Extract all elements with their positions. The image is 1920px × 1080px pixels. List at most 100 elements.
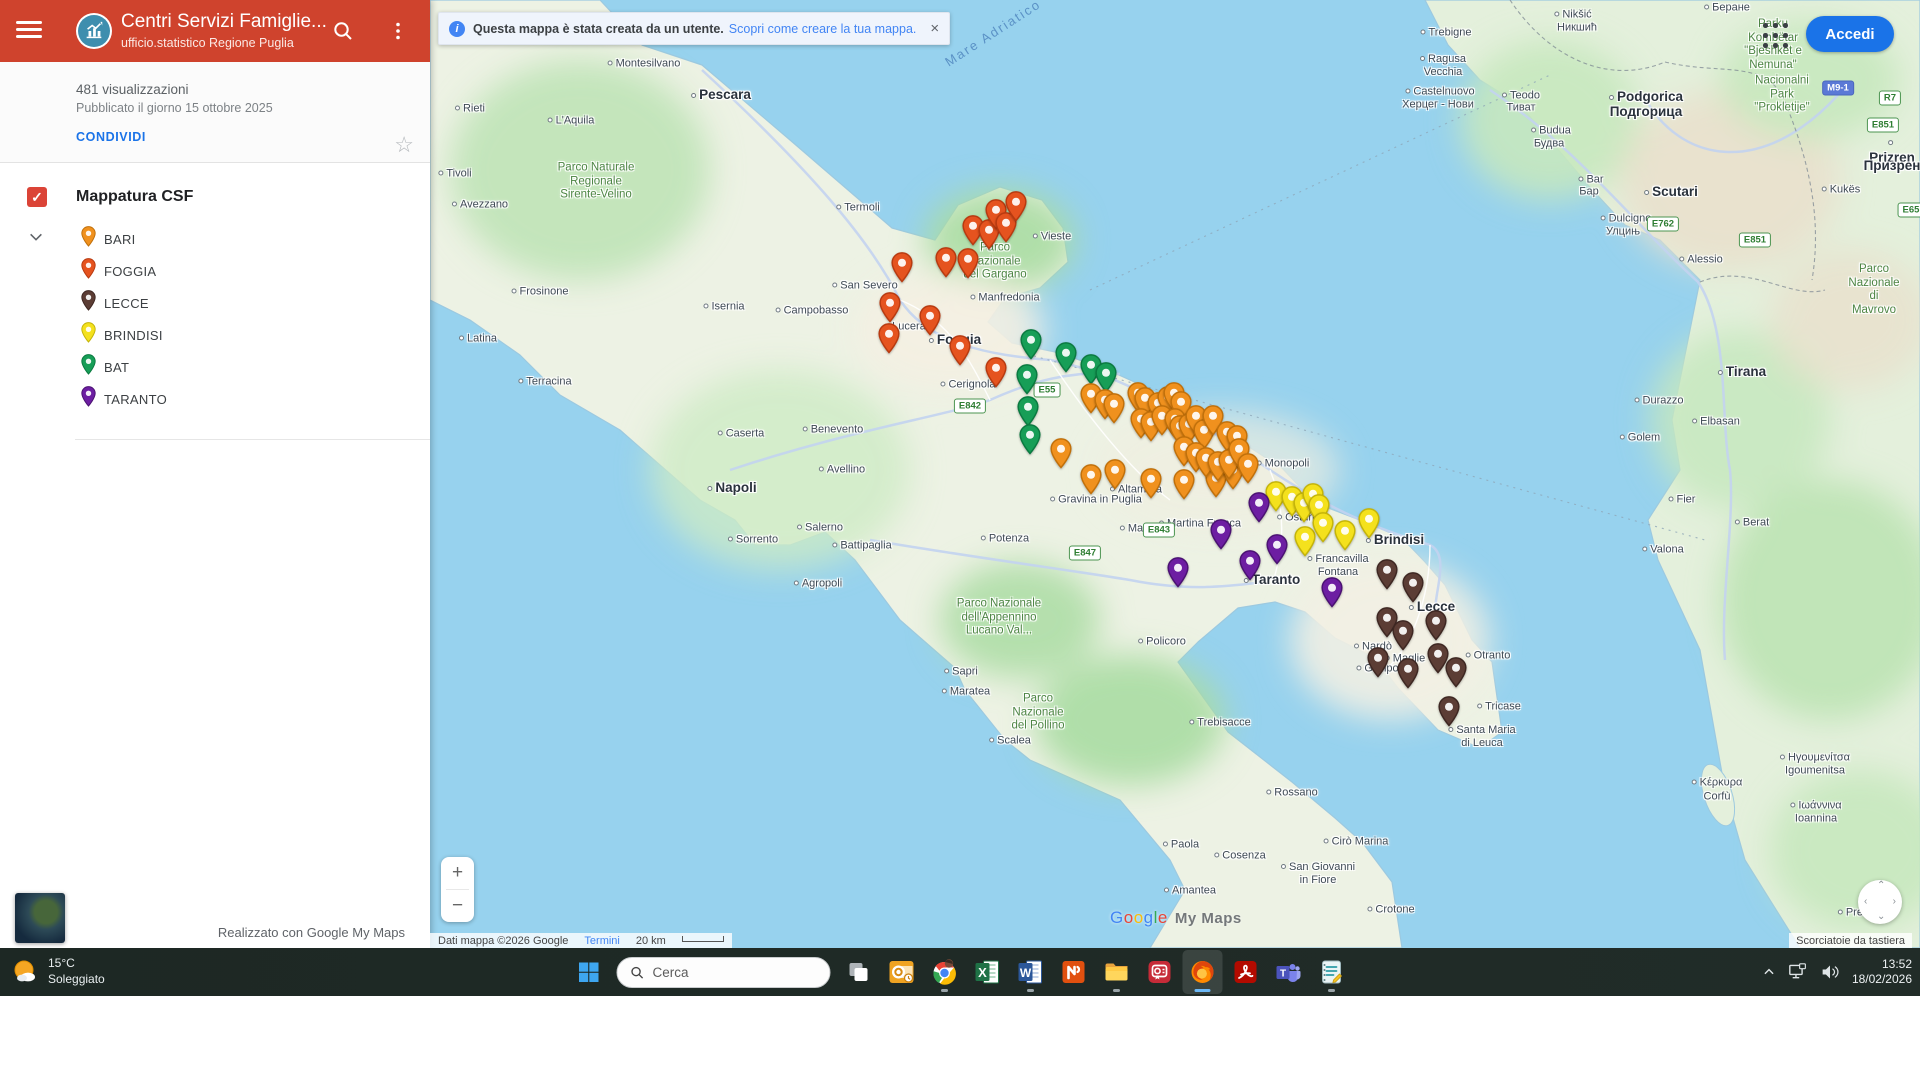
basemap-thumbnail[interactable]	[15, 893, 65, 943]
map-marker-taranto[interactable]	[1210, 519, 1232, 555]
task-view-icon[interactable]	[839, 950, 879, 994]
tray-time: 13:52	[1852, 957, 1912, 972]
map-marker-foggia[interactable]	[957, 248, 979, 284]
map-marker-foggia[interactable]	[891, 252, 913, 288]
map-marker-foggia[interactable]	[985, 357, 1007, 393]
lecce-pin-icon	[81, 290, 96, 316]
search-icon	[630, 965, 645, 980]
notepad-icon[interactable]	[1312, 950, 1352, 994]
map-meta-panel: 481 visualizzazioni Pubblicato il giorno…	[0, 62, 430, 163]
map-canvas[interactable]: Mare AdriaticoMontesilvanoPescaraTermoli…	[430, 0, 1920, 948]
map-marker-lecce[interactable]	[1397, 658, 1419, 694]
map-marker-taranto[interactable]	[1266, 534, 1288, 570]
legend-item-lecce[interactable]: LECCE	[0, 287, 430, 319]
word-icon[interactable]: W	[1011, 950, 1051, 994]
banner-link[interactable]: Scopri come creare la tua mappa.	[729, 22, 917, 36]
map-marker-lecce[interactable]	[1402, 572, 1424, 608]
map-marker-lecce[interactable]	[1392, 620, 1414, 656]
map-marker-taranto[interactable]	[1321, 577, 1343, 613]
map-marker-foggia[interactable]	[878, 323, 900, 359]
road-badge: E762	[1647, 217, 1679, 232]
map-marker-brindisi[interactable]	[1312, 512, 1334, 548]
road-badge: E847	[1069, 546, 1101, 561]
banner-close-icon[interactable]: ×	[930, 20, 939, 37]
legend-item-bat[interactable]: BAT	[0, 351, 430, 383]
start-button[interactable]	[569, 950, 609, 994]
weather-widget[interactable]: 15°C Soleggiato	[10, 948, 105, 996]
map-marker-taranto[interactable]	[1167, 557, 1189, 593]
map-marker-bat[interactable]	[1055, 342, 1077, 378]
layer-checkbox[interactable]: ✓	[27, 187, 47, 207]
chevron-down-icon: ⌄	[1877, 911, 1885, 922]
avatar[interactable]	[76, 13, 112, 49]
divider	[75, 439, 430, 440]
map-marker-taranto[interactable]	[1248, 492, 1270, 528]
teams-icon[interactable]: T	[1269, 950, 1309, 994]
google-watermark: GoogleMy Maps	[1110, 908, 1242, 928]
star-icon[interactable]: ☆	[394, 134, 414, 156]
tray-chevron-up-icon[interactable]	[1762, 965, 1776, 979]
file-explorer-icon[interactable]	[1097, 950, 1137, 994]
more-options-icon[interactable]	[386, 19, 410, 43]
nitro-pdf-icon[interactable]	[1054, 950, 1094, 994]
search-placeholder: Cerca	[653, 965, 689, 980]
map-marker-foggia[interactable]	[1005, 191, 1027, 227]
terms-link[interactable]: Termini	[584, 935, 619, 947]
outlook-icon[interactable]	[882, 950, 922, 994]
excel-icon[interactable]: X	[968, 950, 1008, 994]
taskbar-search-input[interactable]: Cerca	[617, 957, 831, 988]
map-marker-lecce[interactable]	[1438, 696, 1460, 732]
svg-text:T: T	[1280, 969, 1286, 980]
chrome-icon[interactable]	[925, 950, 965, 994]
sign-in-button[interactable]: Accedi	[1806, 16, 1894, 52]
banner-text: Questa mappa è stata creata da un utente…	[473, 22, 724, 36]
map-marker-lecce[interactable]	[1376, 559, 1398, 595]
zoom-control: + −	[441, 857, 474, 922]
pan-control[interactable]: ‹ › ⌄ ⌃	[1858, 880, 1902, 924]
chevron-down-icon[interactable]	[28, 229, 44, 245]
weather-sun-icon	[10, 957, 40, 987]
svg-text:W: W	[1020, 966, 1032, 980]
map-marker-bari[interactable]	[1103, 393, 1125, 429]
map-marker-bari[interactable]	[1140, 468, 1162, 504]
map-marker-brindisi[interactable]	[1358, 508, 1380, 544]
share-button[interactable]: CONDIVIDI	[76, 130, 146, 144]
firefox-icon[interactable]	[1183, 950, 1223, 994]
map-marker-bat[interactable]	[1020, 329, 1042, 365]
legend-item-foggia[interactable]: FOGGIA	[0, 255, 430, 287]
menu-icon[interactable]	[16, 21, 42, 41]
certificate-app-icon[interactable]	[1140, 950, 1180, 994]
volume-icon[interactable]	[1820, 963, 1840, 981]
google-apps-icon[interactable]	[1763, 23, 1789, 49]
map-marker-lecce[interactable]	[1445, 657, 1467, 693]
zoom-in-button[interactable]: +	[441, 857, 474, 889]
map-marker-bat[interactable]	[1019, 424, 1041, 460]
zoom-out-button[interactable]: −	[441, 890, 474, 922]
map-marker-foggia[interactable]	[919, 305, 941, 341]
windows-icon	[577, 960, 601, 984]
legend-item-taranto[interactable]: TARANTO	[0, 383, 430, 415]
legend-item-label: BRINDISI	[104, 328, 163, 343]
map-marker-taranto[interactable]	[1239, 550, 1261, 586]
adobe-acrobat-icon[interactable]	[1226, 950, 1266, 994]
clock-widget[interactable]: 13:52 18/02/2026	[1852, 957, 1912, 987]
map-marker-lecce[interactable]	[1425, 610, 1447, 646]
map-marker-brindisi[interactable]	[1334, 520, 1356, 556]
map-marker-bari[interactable]	[1104, 459, 1126, 495]
keyboard-shortcuts-button[interactable]: Scorciatoie da tastiera	[1789, 933, 1912, 948]
map-marker-bari[interactable]	[1050, 438, 1072, 474]
search-icon[interactable]	[331, 19, 355, 43]
network-icon[interactable]	[1788, 963, 1808, 981]
map-marker-foggia[interactable]	[935, 247, 957, 283]
made-with-label: Realizzato con Google My Maps	[218, 925, 405, 940]
map-marker-lecce[interactable]	[1367, 647, 1389, 683]
legend-item-label: BARI	[104, 232, 136, 247]
map-marker-bari[interactable]	[1080, 464, 1102, 500]
map-marker-bari[interactable]	[1237, 453, 1259, 489]
map-marker-bat[interactable]	[1016, 364, 1038, 400]
legend-item-brindisi[interactable]: BRINDISI	[0, 319, 430, 351]
map-marker-foggia[interactable]	[949, 335, 971, 371]
chevron-right-icon: ›	[1893, 896, 1896, 907]
user-map-banner: i Questa mappa è stata creata da un uten…	[438, 12, 950, 45]
legend-item-bari[interactable]: BARI	[0, 223, 430, 255]
